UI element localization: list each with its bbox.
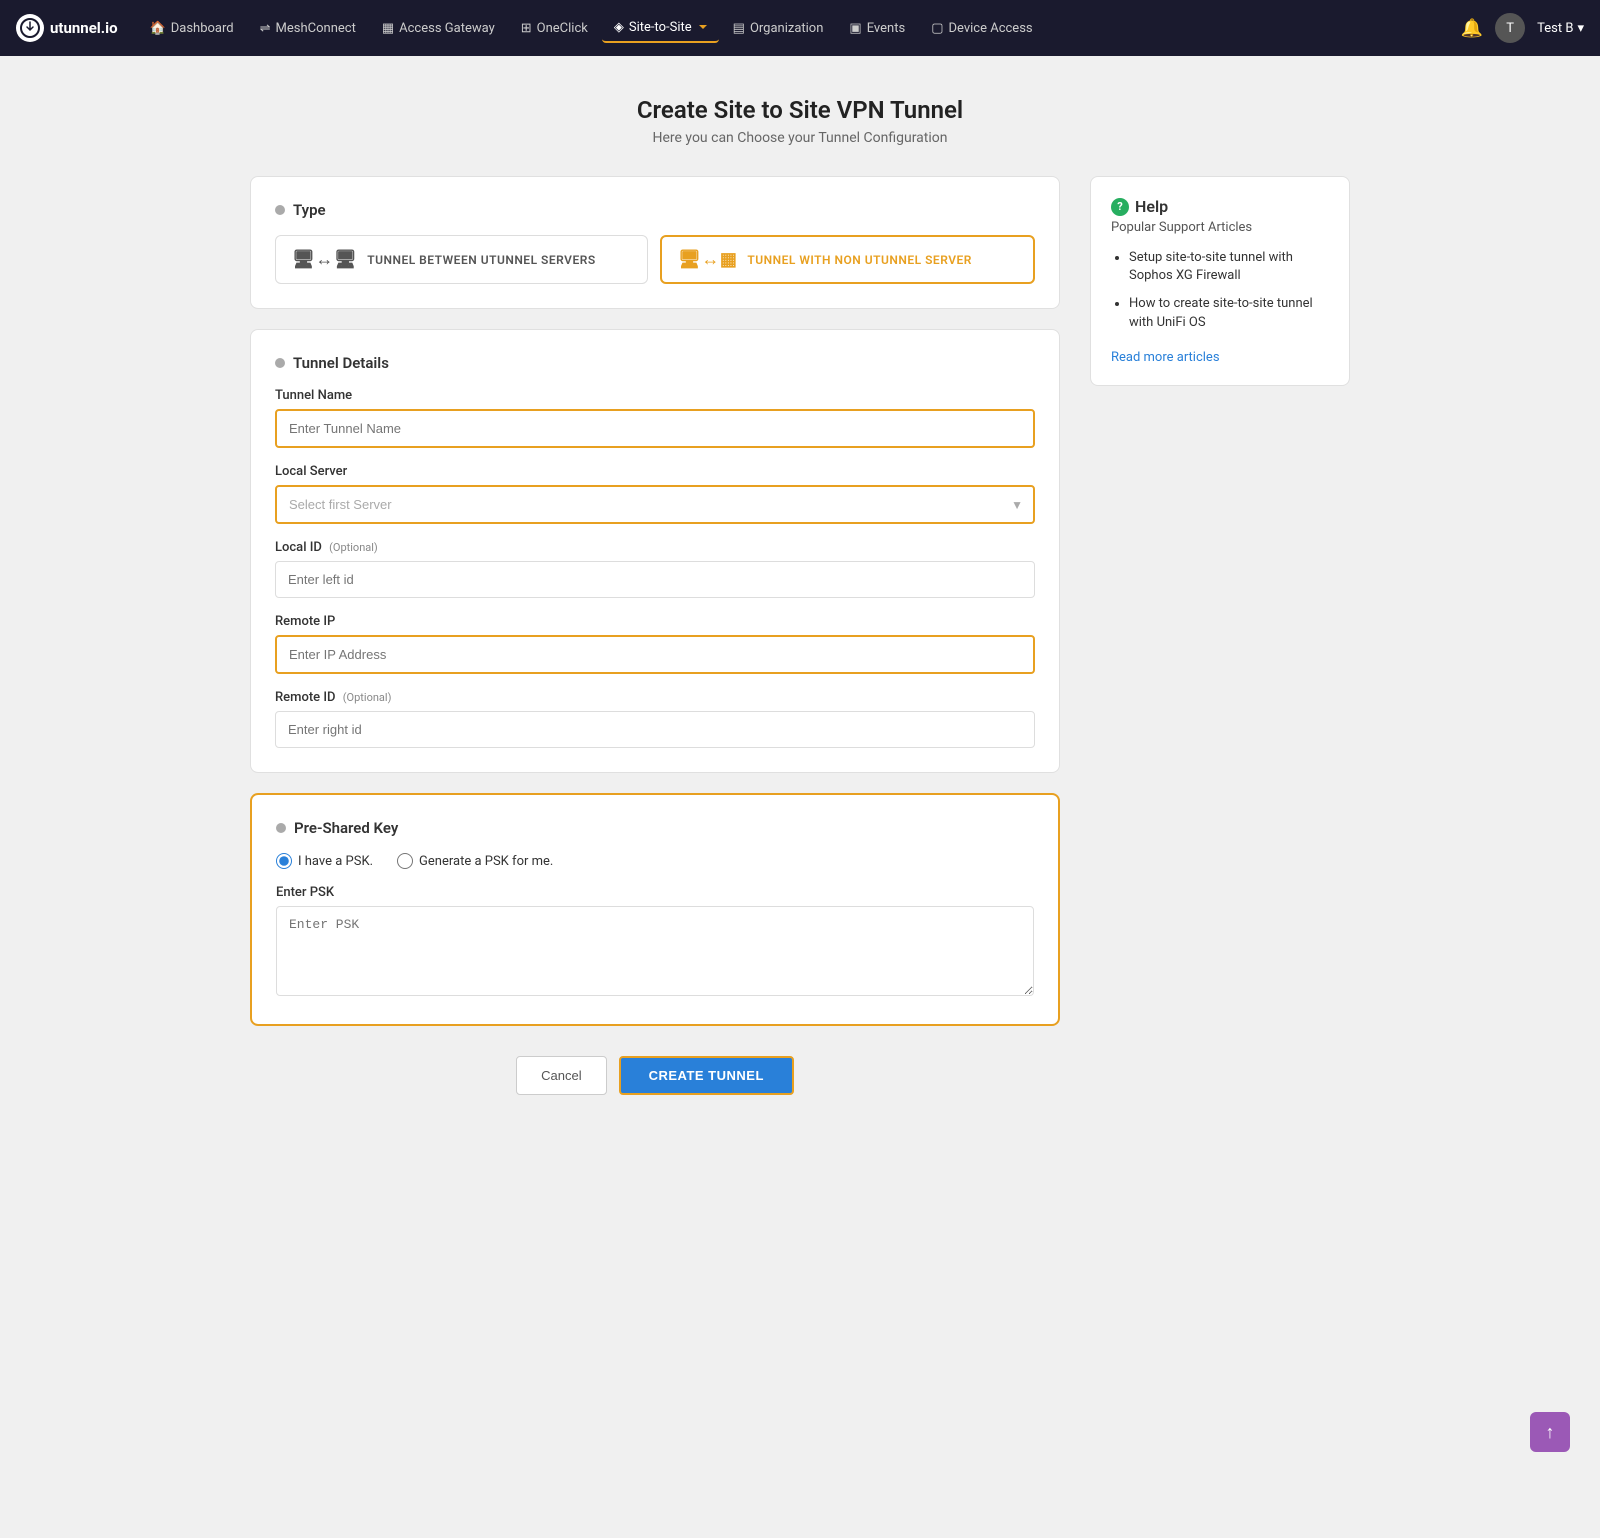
- nav-item-organization[interactable]: ▤ Organization: [721, 15, 836, 42]
- type-option-non-utunnel[interactable]: 🖥↔▦ TUNNEL WITH NON UTUNNEL SERVER: [660, 235, 1035, 284]
- logo-text: utunnel.io: [50, 19, 118, 37]
- type-option-utunnel[interactable]: 🖥↔🖥 TUNNEL BETWEEN UTUNNEL SERVERS: [275, 235, 648, 284]
- avatar[interactable]: T: [1495, 13, 1525, 43]
- page-title: Create Site to Site VPN Tunnel: [637, 96, 963, 124]
- main-layout: Type 🖥↔🖥 TUNNEL BETWEEN UTUNNEL SERVERS …: [250, 176, 1350, 1095]
- psk-input-group: Enter PSK: [276, 885, 1034, 1000]
- form-column: Type 🖥↔🖥 TUNNEL BETWEEN UTUNNEL SERVERS …: [250, 176, 1060, 1095]
- nav-item-site-to-site[interactable]: ◈ Site-to-Site: [602, 14, 719, 43]
- device-access-icon: ▢: [931, 21, 943, 36]
- nav-user-label[interactable]: Test B ▾: [1537, 21, 1584, 36]
- scroll-up-arrow-icon: ↑: [1546, 1422, 1555, 1443]
- nav-item-meshconnect[interactable]: ⇌ MeshConnect: [248, 15, 368, 42]
- local-id-group: Local ID (Optional): [275, 540, 1035, 598]
- remote-id-group: Remote ID (Optional): [275, 690, 1035, 748]
- access-gateway-icon: ▦: [382, 21, 394, 36]
- nav-items: 🏠 Dashboard ⇌ MeshConnect ▦ Access Gatew…: [138, 14, 1461, 43]
- dashboard-icon: 🏠: [150, 21, 166, 36]
- nav-logo[interactable]: utunnel.io: [16, 14, 118, 42]
- non-utunnel-server-icon: 🖥↔▦: [678, 249, 737, 270]
- help-subtitle: Popular Support Articles: [1111, 220, 1329, 235]
- page-header: Create Site to Site VPN Tunnel Here you …: [637, 96, 963, 146]
- psk-textarea[interactable]: [276, 906, 1034, 996]
- tunnel-details-section-title: Tunnel Details: [275, 354, 1035, 372]
- nav-item-events[interactable]: ▣ Events: [837, 15, 917, 42]
- create-tunnel-button[interactable]: CREATE TUNNEL: [619, 1056, 794, 1095]
- notifications-icon[interactable]: 🔔: [1461, 18, 1483, 39]
- remote-id-label: Remote ID (Optional): [275, 690, 1035, 705]
- psk-dot: [276, 823, 286, 833]
- utunnel-servers-icon: 🖥↔🖥: [292, 249, 357, 270]
- nav-item-dashboard[interactable]: 🏠 Dashboard: [138, 15, 246, 42]
- psk-card: Pre-Shared Key I have a PSK. Generate a …: [250, 793, 1060, 1026]
- help-article-2: How to create site-to-site tunnel with U…: [1129, 295, 1329, 331]
- remote-ip-input[interactable]: [275, 635, 1035, 674]
- local-id-label: Local ID (Optional): [275, 540, 1035, 555]
- local-server-label: Local Server: [275, 464, 1035, 479]
- tunnel-name-label: Tunnel Name: [275, 388, 1035, 403]
- page-content: Create Site to Site VPN Tunnel Here you …: [0, 56, 1600, 1155]
- form-actions: Cancel CREATE TUNNEL: [250, 1056, 1060, 1095]
- tunnel-name-group: Tunnel Name: [275, 388, 1035, 448]
- help-article-1: Setup site-to-site tunnel with Sophos XG…: [1129, 249, 1329, 285]
- remote-id-input[interactable]: [275, 711, 1035, 748]
- read-more-link[interactable]: Read more articles: [1111, 350, 1220, 365]
- remote-ip-group: Remote IP: [275, 614, 1035, 674]
- nav-item-oneclick[interactable]: ⊞ OneClick: [509, 15, 600, 42]
- navbar: utunnel.io 🏠 Dashboard ⇌ MeshConnect ▦ A…: [0, 0, 1600, 56]
- psk-section-title: Pre-Shared Key: [276, 819, 1034, 837]
- help-column: ? Help Popular Support Articles Setup si…: [1090, 176, 1350, 1095]
- logo-icon: [16, 14, 44, 42]
- tunnel-details-dot: [275, 358, 285, 368]
- local-server-select[interactable]: Select first Server: [275, 485, 1035, 524]
- active-dropdown-arrow: [699, 25, 707, 29]
- help-question-icon: ?: [1111, 198, 1129, 216]
- nav-right: 🔔 T Test B ▾: [1461, 13, 1584, 43]
- user-dropdown-icon: ▾: [1577, 21, 1584, 36]
- help-panel: ? Help Popular Support Articles Setup si…: [1090, 176, 1350, 386]
- local-server-group: Local Server Select first Server ▼: [275, 464, 1035, 524]
- radio-generate-psk[interactable]: Generate a PSK for me.: [397, 853, 553, 869]
- local-id-input[interactable]: [275, 561, 1035, 598]
- organization-icon: ▤: [733, 21, 745, 36]
- help-title: ? Help: [1111, 197, 1329, 216]
- type-options: 🖥↔🖥 TUNNEL BETWEEN UTUNNEL SERVERS 🖥↔▦ T…: [275, 235, 1035, 284]
- oneclick-icon: ⊞: [521, 21, 532, 36]
- psk-radio-options: I have a PSK. Generate a PSK for me.: [276, 853, 1034, 869]
- events-icon: ▣: [849, 21, 861, 36]
- help-articles-list: Setup site-to-site tunnel with Sophos XG…: [1111, 249, 1329, 332]
- cancel-button[interactable]: Cancel: [516, 1056, 606, 1095]
- radio-have-psk-input[interactable]: [276, 853, 292, 869]
- psk-label: Enter PSK: [276, 885, 1034, 900]
- remote-ip-label: Remote IP: [275, 614, 1035, 629]
- radio-have-psk[interactable]: I have a PSK.: [276, 853, 373, 869]
- page-subtitle: Here you can Choose your Tunnel Configur…: [637, 130, 963, 146]
- meshconnect-icon: ⇌: [260, 21, 271, 36]
- tunnel-details-card: Tunnel Details Tunnel Name Local Server …: [250, 329, 1060, 773]
- radio-generate-psk-input[interactable]: [397, 853, 413, 869]
- site-to-site-icon: ◈: [614, 20, 624, 35]
- nav-item-access-gateway[interactable]: ▦ Access Gateway: [370, 15, 507, 42]
- scroll-to-top-button[interactable]: ↑: [1530, 1412, 1570, 1452]
- type-section-title: Type: [275, 201, 1035, 219]
- type-card: Type 🖥↔🖥 TUNNEL BETWEEN UTUNNEL SERVERS …: [250, 176, 1060, 309]
- local-server-select-wrapper: Select first Server ▼: [275, 485, 1035, 524]
- type-dot: [275, 205, 285, 215]
- tunnel-name-input[interactable]: [275, 409, 1035, 448]
- nav-item-device-access[interactable]: ▢ Device Access: [919, 15, 1044, 42]
